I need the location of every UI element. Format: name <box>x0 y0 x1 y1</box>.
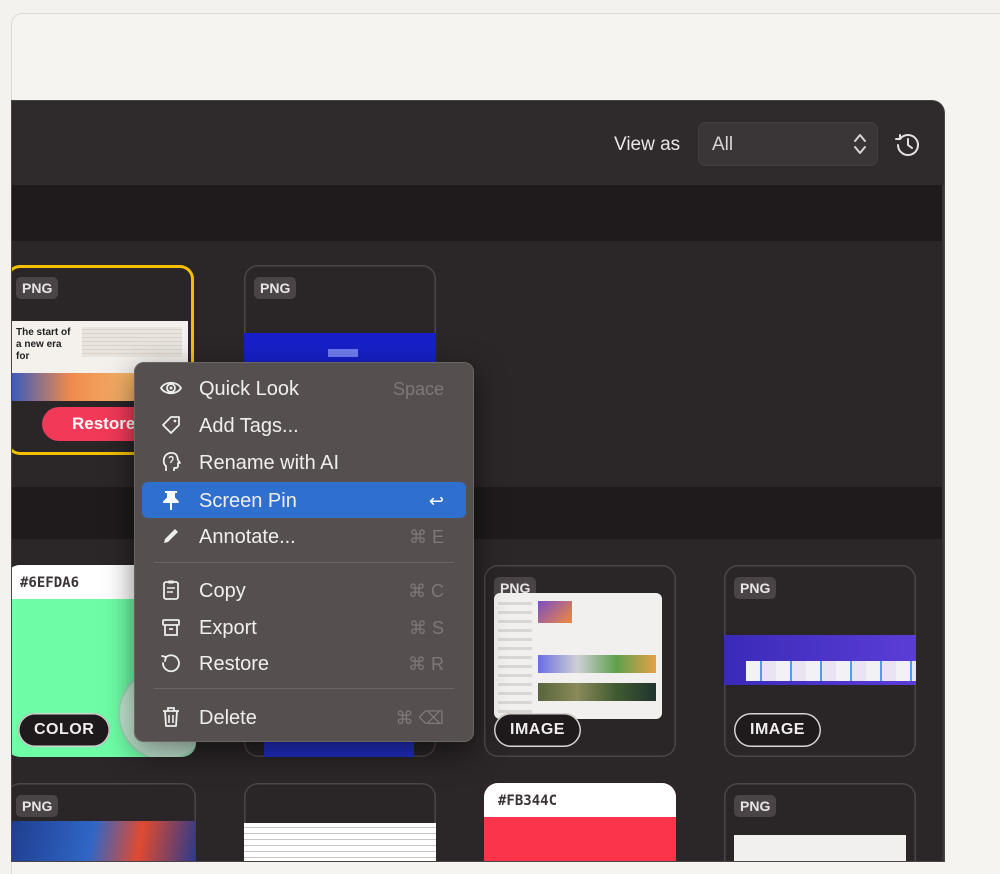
menu-item-shortcut: ⌘ ⌫ <box>395 708 444 728</box>
menu-item-label: Screen Pin <box>199 490 297 512</box>
clip-preview <box>12 821 196 861</box>
menu-item-label: Annotate... <box>199 526 296 548</box>
menu-item-shortcut: Space <box>392 379 444 399</box>
clip-card[interactable]: PNG <box>724 783 916 861</box>
clip-preview <box>494 593 662 719</box>
ai-brain-icon <box>162 451 181 471</box>
menu-item-shortcut: ⌘ C <box>408 581 444 601</box>
menu-item-shortcut: ⌘ S <box>408 618 444 638</box>
menu-item-screen-pin[interactable]: Screen Pin ↩ <box>142 482 466 518</box>
hex-label: #FB344C <box>498 793 558 809</box>
menu-item-shortcut: ⌘ R <box>408 654 444 674</box>
type-badge: PNG <box>16 277 59 299</box>
updown-chevron-icon <box>854 134 866 154</box>
menu-item-label: Restore <box>199 653 270 675</box>
clip-card[interactable]: PNG IMAGE <box>484 565 676 757</box>
menu-item-annotate[interactable]: Annotate... ⌘ E <box>142 518 466 554</box>
type-pill: IMAGE <box>494 713 581 747</box>
export-icon <box>162 619 180 636</box>
restore-icon <box>161 654 180 673</box>
menu-item-label: Add Tags... <box>199 415 299 437</box>
type-badge: PNG <box>16 795 59 817</box>
pencil-icon <box>164 529 178 543</box>
view-as-select-value: All <box>712 134 734 155</box>
menu-item-rename-ai[interactable]: Rename with AI <box>142 444 466 480</box>
preview-sidebar <box>498 601 532 713</box>
clip-preview <box>734 835 906 861</box>
menu-item-delete[interactable]: Delete ⌘ ⌫ <box>142 699 466 735</box>
menu-item-export[interactable]: Export ⌘ S <box>142 609 466 645</box>
preview-row <box>538 655 656 673</box>
menu-item-restore[interactable]: Restore ⌘ R <box>142 645 466 681</box>
section-header-band <box>12 185 944 241</box>
menu-item-label: Delete <box>199 707 257 729</box>
clip-card-color[interactable]: #FB344C <box>484 783 676 861</box>
preview-text: The start of a new era for <box>16 327 71 362</box>
preview-graphic <box>82 327 182 357</box>
window-edge <box>942 185 944 861</box>
clip-preview <box>724 635 916 685</box>
type-badge: PNG <box>254 277 297 299</box>
clip-card[interactable]: PNG <box>12 783 196 861</box>
preview-thumb <box>538 601 572 623</box>
menu-item-label: Quick Look <box>199 378 300 400</box>
view-as-select[interactable]: All <box>698 122 878 166</box>
view-as-label: View as <box>614 134 681 155</box>
clip-preview <box>264 741 414 757</box>
eye-icon <box>160 381 182 395</box>
type-badge: PNG <box>734 795 777 817</box>
trash-icon <box>163 707 179 727</box>
menu-item-label: Rename with AI <box>199 452 340 474</box>
type-pill: IMAGE <box>734 713 821 747</box>
menu-item-copy[interactable]: Copy ⌘ C <box>142 572 466 608</box>
menu-item-add-tags[interactable]: Add Tags... <box>142 407 466 443</box>
type-pill: COLOR <box>18 713 111 747</box>
history-clock-icon[interactable] <box>894 131 922 159</box>
menu-separator <box>154 562 454 563</box>
toolbar: View as All <box>12 101 944 185</box>
preview-dock <box>746 661 916 681</box>
pin-icon <box>163 491 179 510</box>
menu-separator <box>154 688 454 689</box>
hex-label: #6EFDA6 <box>20 575 80 591</box>
preview-row <box>538 683 656 701</box>
clip-preview <box>244 823 436 861</box>
preview-detail <box>328 349 358 357</box>
restore-button-label: Restore <box>72 414 136 433</box>
clip-card[interactable]: PNG IMAGE <box>724 565 916 757</box>
tag-icon <box>162 416 180 434</box>
context-menu: Quick Look Space Add Tags... Rename with… <box>134 362 474 742</box>
copy-icon <box>163 580 179 600</box>
menu-item-quick-look[interactable]: Quick Look Space <box>142 370 466 406</box>
clip-card[interactable] <box>244 783 436 861</box>
menu-item-label: Export <box>199 617 257 639</box>
menu-item-shortcut: ⌘ E <box>408 527 444 547</box>
type-badge: PNG <box>734 577 777 599</box>
menu-item-label: Copy <box>199 580 246 602</box>
menu-item-shortcut: ↩ <box>428 491 444 511</box>
